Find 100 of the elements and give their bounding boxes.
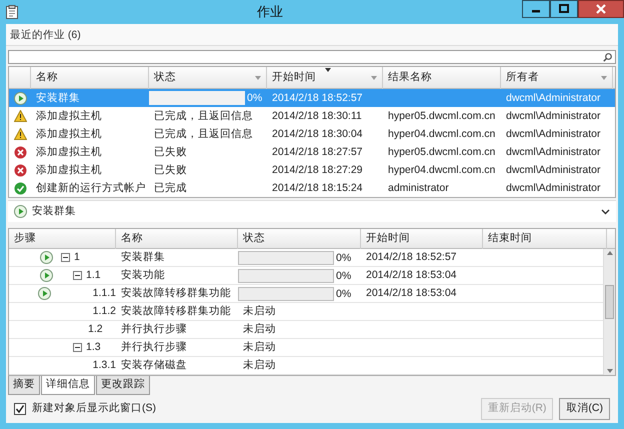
step-number: 1.1.1	[92, 286, 116, 301]
expander-toggle[interactable]	[73, 343, 82, 352]
result-name: hyper05.dwcml.com.cn	[387, 145, 496, 159]
job-name: 添加虚拟主机	[35, 109, 103, 123]
step-status: 未启动	[242, 340, 277, 355]
owner: dwcml\Administrator	[505, 127, 602, 141]
scrollbar-thumb[interactable]	[605, 285, 614, 319]
collapse-icon	[74, 344, 81, 351]
step-name: 安装故障转移群集功能	[120, 304, 232, 319]
expander-toggle[interactable]	[61, 253, 70, 262]
dialog-button[interactable]: 取消(C)	[559, 398, 610, 420]
running-icon	[40, 251, 52, 264]
job-row[interactable]: 添加虚拟主机 已完成，且返回信息 2014/2/18 18:30:04 hyper04.dwcml.com.cn dwcml\Administrator	[9, 125, 615, 143]
step-number: 1.3	[86, 340, 101, 355]
job-name: 添加虚拟主机	[35, 163, 103, 177]
start-time: 2014/2/18 18:15:24	[271, 181, 364, 195]
owner: dwcml\Administrator	[505, 145, 602, 159]
column-header[interactable]: 状态	[238, 229, 361, 249]
job-row[interactable]: 添加虚拟主机 已失败 2014/2/18 18:27:29 hyper04.dwcml.com.cn dwcml\Administrator	[9, 161, 615, 179]
job-status: 已完成	[153, 181, 188, 195]
filter-dropdown-icon[interactable]	[371, 76, 377, 80]
job-name: 添加虚拟主机	[35, 145, 103, 159]
start-time: 2014/2/18 18:30:04	[271, 127, 364, 141]
collapse-icon	[62, 254, 69, 261]
check-icon	[15, 404, 25, 414]
start-time: 2014/2/18 18:27:29	[271, 163, 364, 177]
step-name: 安装存储磁盘	[120, 358, 188, 373]
warning-icon	[14, 110, 26, 122]
close-button[interactable]	[578, 0, 624, 18]
search-field[interactable]	[8, 50, 616, 64]
running-icon	[14, 205, 27, 218]
job-name: 创建新的运行方式帐户	[35, 181, 147, 195]
job-status: 已失败	[153, 145, 188, 159]
column-header[interactable]: 步骤	[9, 229, 116, 249]
collapse-icon	[74, 272, 81, 279]
progress-percent: 0%	[247, 91, 262, 105]
tab[interactable]: 详细信息	[41, 376, 95, 395]
result-name: hyper05.dwcml.com.cn	[387, 109, 496, 123]
sort-arrow-icon	[324, 68, 330, 72]
maximize-button[interactable]	[550, 0, 578, 18]
progress-percent: 0%	[336, 286, 352, 300]
error-icon	[14, 146, 26, 158]
owner: dwcml\Administrator	[505, 91, 602, 105]
result-name: hyper04.dwcml.com.cn	[387, 163, 496, 177]
job-row[interactable]: 创建新的运行方式帐户 已完成 2014/2/18 18:15:24 administrator dwcml\Administrator	[9, 179, 615, 197]
checkbox-label: 新建对象后显示此窗口(S)	[32, 401, 157, 416]
step-name: 安装群集	[120, 250, 166, 265]
filter-dropdown-icon[interactable]	[255, 76, 261, 80]
running-icon	[38, 287, 52, 300]
step-status: 未启动	[242, 304, 277, 319]
result-name: administrator	[387, 181, 450, 195]
minimize-button[interactable]	[522, 0, 550, 18]
progress-percent: 0%	[336, 268, 352, 282]
owner: dwcml\Administrator	[505, 109, 602, 123]
step-number: 1.2	[88, 322, 103, 337]
check-icon	[14, 182, 26, 194]
job-status: 已完成，且返回信息	[153, 127, 254, 141]
job-status: 已完成，且返回信息	[153, 109, 254, 123]
section-title: 最近的作业 (6)	[6, 24, 618, 46]
start-time: 2014/2/18 18:53:04	[365, 268, 458, 283]
step-number: 1	[74, 250, 80, 265]
job-row[interactable]: 添加虚拟主机 已失败 2014/2/18 18:27:57 hyper05.dwcml.com.cn dwcml\Administrator	[9, 143, 615, 161]
step-number: 1.3.1	[92, 358, 116, 373]
expander-toggle[interactable]	[73, 271, 82, 280]
job-title: 安装群集	[32, 204, 77, 219]
step-name: 并行执行步骤	[120, 322, 188, 337]
result-name: hyper04.dwcml.com.cn	[387, 127, 496, 141]
search-icon	[603, 52, 612, 62]
column-header[interactable]: 名称	[116, 229, 238, 249]
window-title: 作业	[256, 3, 284, 22]
step-status: 未启动	[242, 322, 277, 337]
start-time: 2014/2/18 18:53:04	[365, 286, 458, 301]
scroll-down-icon	[606, 369, 612, 373]
job-row[interactable]: 添加虚拟主机 已完成，且返回信息 2014/2/18 18:30:11 hyper05.dwcml.com.cn dwcml\Administrator	[9, 107, 615, 125]
step-number: 1.1.2	[92, 304, 116, 319]
column-header[interactable]: 开始时间	[361, 229, 483, 249]
close-icon	[596, 4, 606, 14]
progress-percent: 0%	[336, 250, 352, 264]
owner: dwcml\Administrator	[505, 163, 602, 177]
owner: dwcml\Administrator	[505, 181, 602, 195]
warning-icon	[14, 128, 26, 140]
start-time: 2014/2/18 18:52:57	[271, 91, 364, 105]
scrollbar[interactable]	[603, 249, 615, 375]
step-name: 安装故障转移群集功能	[120, 286, 232, 301]
filter-dropdown-icon[interactable]	[601, 76, 607, 80]
scroll-up-icon	[606, 251, 612, 255]
tab[interactable]: 摘要	[8, 376, 40, 395]
job-details-header[interactable]: 安装群集	[8, 200, 616, 222]
checkbox[interactable]	[14, 402, 26, 415]
job-name: 添加虚拟主机	[35, 127, 103, 141]
running-icon	[40, 269, 52, 282]
window-icon	[6, 5, 18, 19]
error-icon	[14, 164, 26, 176]
tab[interactable]: 更改跟踪	[96, 376, 150, 395]
step-number: 1.1	[86, 268, 101, 283]
start-time: 2014/2/18 18:30:11	[271, 109, 363, 123]
start-time: 2014/2/18 18:27:57	[271, 145, 364, 159]
start-time: 2014/2/18 18:52:57	[365, 250, 458, 265]
step-name: 并行执行步骤	[120, 340, 188, 355]
job-name: 安装群集	[35, 91, 81, 105]
